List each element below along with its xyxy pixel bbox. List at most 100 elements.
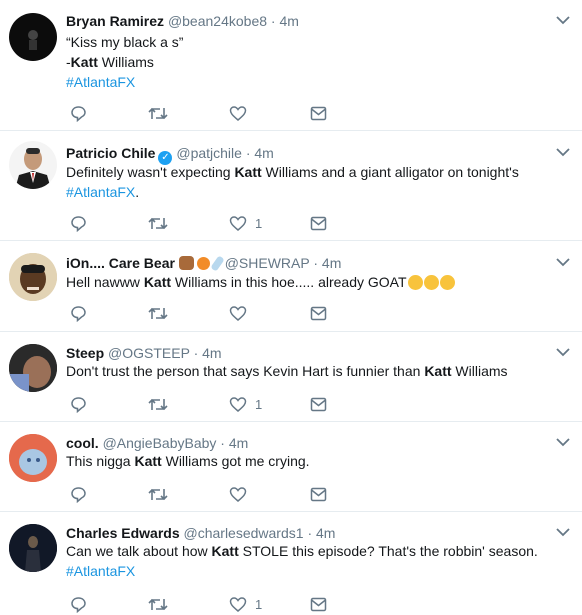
tweet-card[interactable]: Steep @OGSTEEP · 4m Don't trust the pers… — [0, 332, 582, 422]
timestamp[interactable]: 4m — [202, 345, 221, 361]
retweet-button[interactable] — [148, 485, 168, 503]
like-button[interactable] — [229, 104, 255, 122]
retweet-button[interactable] — [148, 104, 168, 122]
chevron-down-icon[interactable] — [556, 437, 570, 447]
hashtag-link[interactable]: #AtlantaFX — [66, 72, 183, 92]
envelope-icon — [310, 487, 327, 501]
like-button[interactable] — [229, 485, 255, 503]
avatar-image — [28, 30, 38, 50]
tweet-line: Hell nawww Katt Williams in this hoe....… — [66, 272, 455, 292]
tweet-text: “Kiss my black a s” -Katt Williams #Atla… — [66, 32, 183, 92]
timestamp[interactable]: 4m — [279, 13, 298, 29]
retweet-button[interactable] — [148, 595, 168, 613]
avatar[interactable] — [9, 344, 57, 392]
display-name[interactable]: Steep — [66, 345, 104, 361]
hashtag-link[interactable]: #AtlantaFX — [66, 561, 538, 581]
tweet-header: iOn.... Care Bear @SHEWRAP · 4m — [66, 254, 341, 272]
reply-button[interactable] — [70, 214, 87, 232]
tweet-line: -Katt Williams — [66, 52, 183, 72]
tweet-card[interactable]: Charles Edwards @charlesedwards1 · 4m Ca… — [0, 512, 582, 613]
reply-icon — [71, 396, 86, 413]
message-button[interactable] — [310, 104, 327, 122]
reply-icon — [71, 105, 86, 122]
laughing-emoji-icon — [423, 275, 439, 290]
tweet-line: This nigga Katt Williams got me crying. — [66, 451, 310, 471]
avatar[interactable] — [9, 434, 57, 482]
reply-icon — [71, 596, 86, 613]
avatar-image — [9, 253, 57, 301]
display-name[interactable]: Bryan Ramirez — [66, 13, 164, 29]
message-button[interactable] — [310, 485, 327, 503]
chevron-down-icon[interactable] — [556, 527, 570, 537]
reply-button[interactable] — [70, 304, 87, 322]
like-count: 1 — [255, 596, 263, 612]
user-handle[interactable]: @bean24kobe8 — [168, 13, 267, 29]
tweet-card[interactable]: Bryan Ramirez @bean24kobe8 · 4m “Kiss my… — [0, 0, 582, 131]
retweet-icon — [148, 307, 168, 319]
highlight-term: Katt — [143, 274, 172, 290]
avatar-image — [9, 434, 57, 482]
user-handle[interactable]: @charlesedwards1 — [184, 525, 304, 541]
tweet-text: Hell nawww Katt Williams in this hoe....… — [66, 272, 455, 292]
envelope-icon — [310, 397, 327, 411]
highlight-term: Katt — [134, 453, 162, 469]
tweet-text: Definitely wasn't expecting Katt William… — [66, 162, 519, 202]
retweet-icon — [148, 488, 168, 500]
laughing-emoji-icon — [407, 275, 423, 290]
retweet-button[interactable] — [148, 395, 168, 413]
tweet-line: #AtlantaFX. — [66, 182, 519, 202]
chevron-down-icon[interactable] — [556, 347, 570, 357]
message-button[interactable] — [310, 304, 327, 322]
retweet-button[interactable] — [148, 214, 168, 232]
separator-dot: · — [270, 13, 276, 29]
heart-icon — [229, 215, 247, 231]
chevron-down-icon[interactable] — [556, 15, 570, 25]
display-name[interactable]: iOn.... Care Bear — [66, 255, 175, 271]
timestamp[interactable]: 4m — [322, 255, 341, 271]
user-handle[interactable]: @SHEWRAP — [225, 255, 310, 271]
tweet-card[interactable]: cool. @AngieBabyBaby · 4m This nigga Kat… — [0, 422, 582, 512]
hashtag-link[interactable]: #AtlantaFX — [66, 184, 135, 200]
like-count: 1 — [255, 215, 263, 231]
avatar[interactable] — [9, 141, 57, 189]
reply-button[interactable] — [70, 104, 87, 122]
message-button[interactable] — [310, 395, 327, 413]
display-name[interactable]: cool. — [66, 435, 99, 451]
tweet-text: Can we talk about how Katt STOLE this ep… — [66, 541, 538, 581]
reply-button[interactable] — [70, 485, 87, 503]
heart-icon — [229, 486, 247, 502]
chevron-down-icon[interactable] — [556, 147, 570, 157]
text-segment: Williams in this hoe..... already GOAT — [171, 274, 407, 290]
user-handle[interactable]: @AngieBabyBaby — [103, 435, 217, 451]
user-handle[interactable]: @patjchile — [176, 145, 242, 161]
text-segment: Williams — [97, 54, 154, 70]
timestamp[interactable]: 4m — [254, 145, 273, 161]
chevron-down-icon[interactable] — [556, 257, 570, 267]
text-segment: Williams and a giant alligator on tonigh… — [261, 164, 519, 180]
heart-icon — [229, 105, 247, 121]
reply-button[interactable] — [70, 595, 87, 613]
timestamp[interactable]: 4m — [229, 435, 248, 451]
avatar-image — [9, 524, 57, 572]
retweet-button[interactable] — [148, 304, 168, 322]
timestamp[interactable]: 4m — [316, 525, 335, 541]
display-name[interactable]: Patricio Chile — [66, 145, 155, 161]
user-handle[interactable]: @OGSTEEP — [108, 345, 190, 361]
message-button[interactable] — [310, 595, 327, 613]
like-button[interactable]: 1 — [229, 595, 262, 613]
reply-icon — [71, 486, 86, 503]
text-segment: Don't trust the person that says Kevin H… — [66, 363, 425, 379]
message-button[interactable] — [310, 214, 327, 232]
like-button[interactable]: 1 — [229, 214, 262, 232]
avatar[interactable] — [9, 13, 57, 61]
avatar-image — [9, 344, 57, 392]
avatar[interactable] — [9, 253, 57, 301]
like-button[interactable]: 1 — [229, 395, 262, 413]
tweet-card[interactable]: Patricio Chile ✓ @patjchile · 4m Definite… — [0, 131, 582, 241]
display-name[interactable]: Charles Edwards — [66, 525, 180, 541]
reply-button[interactable] — [70, 395, 87, 413]
tweet-card[interactable]: iOn.... Care Bear @SHEWRAP · 4m Hell naw… — [0, 241, 582, 332]
avatar[interactable] — [9, 524, 57, 572]
like-button[interactable] — [229, 304, 255, 322]
separator-dot: · — [245, 145, 251, 161]
